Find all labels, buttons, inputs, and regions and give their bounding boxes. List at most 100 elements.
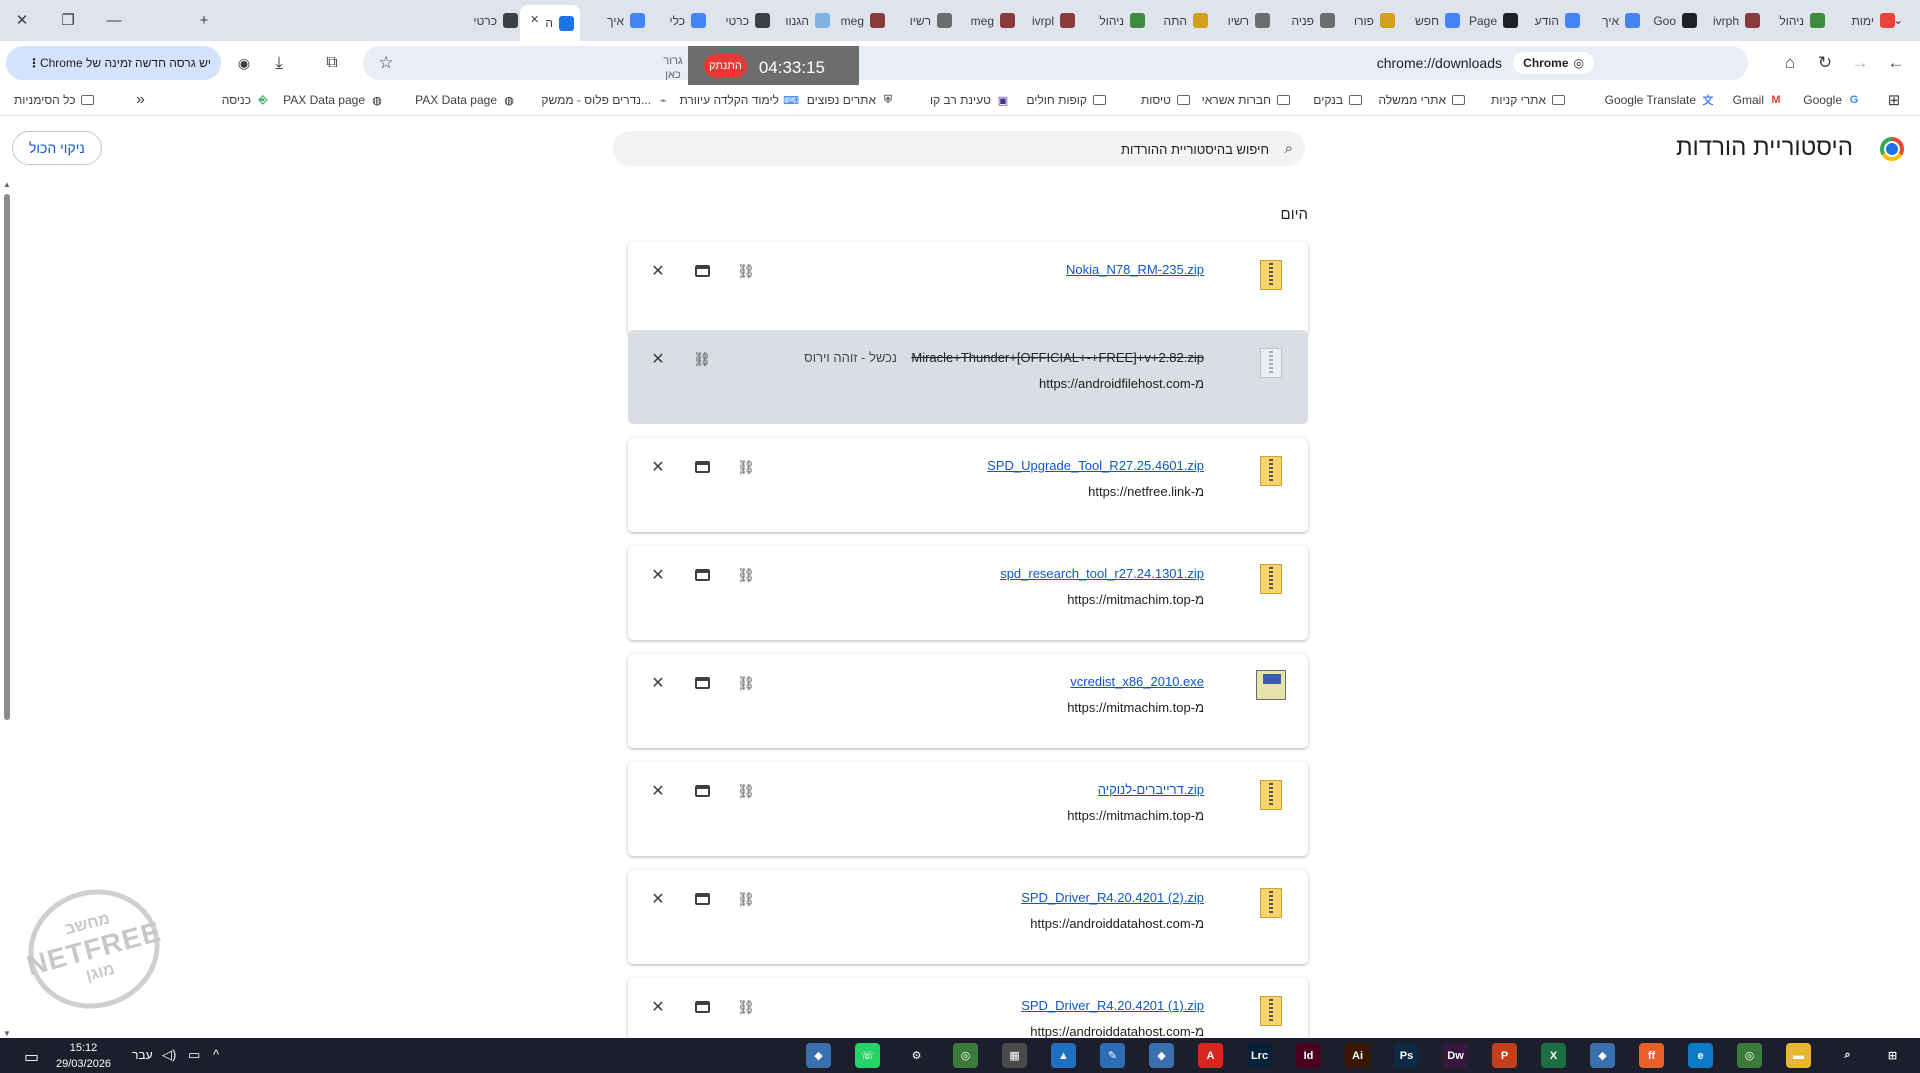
copy-link-icon[interactable]: ⛓ [689,346,715,372]
app-icon[interactable]: ◆ [806,1043,831,1068]
download-filename[interactable]: vcredist_x86_2010.exe [1070,674,1204,689]
excel-icon[interactable]: X [1541,1043,1566,1068]
copy-link-icon[interactable]: ⛓ [733,454,759,480]
bookmark-item[interactable]: ⎆ כניסה [222,91,270,109]
copy-link-icon[interactable]: ⛓ [733,994,759,1020]
tab[interactable]: התה [1150,6,1208,35]
acrobat-icon[interactable]: A [1198,1043,1223,1068]
photos-icon[interactable]: ▲ [1051,1043,1076,1068]
back-icon[interactable]: ← [1882,49,1910,77]
search-icon[interactable]: ⌕ [1835,1043,1860,1068]
app-icon[interactable]: ◆ [1590,1043,1615,1068]
tab[interactable]: הודע [1522,6,1580,35]
bookmark-item[interactable]: טיסות [1141,91,1190,109]
bookmarks-overflow-button[interactable]: » [136,91,145,109]
close-tab-icon[interactable]: ✕ [530,13,539,26]
forward-icon[interactable]: → [1846,49,1874,77]
notifications-icon[interactable]: ▭ [24,1047,39,1067]
bookmark-item[interactable]: ▣ טעינת רב קו [930,91,1010,109]
whatsapp-icon[interactable]: ☏ [855,1043,880,1068]
tab[interactable]: meg [957,6,1015,35]
bookmark-item[interactable]: חברות אשראי [1202,91,1290,109]
remove-icon[interactable]: ✕ [645,886,671,912]
remove-icon[interactable]: ✕ [645,454,671,480]
scroll-up-arrow-icon[interactable]: ▲ [3,180,11,189]
edge-icon[interactable]: e [1688,1043,1713,1068]
download-filename[interactable]: SPD_Upgrade_Tool_R27.25.4601.zip [987,458,1204,473]
copy-link-icon[interactable]: ⛓ [733,562,759,588]
bookmark-star-icon[interactable]: ☆ [372,49,400,77]
profile-icon[interactable]: ◉ [230,49,258,77]
bookmark-item[interactable]: אתרי קניות [1491,91,1565,109]
tab[interactable]: כלי [648,6,706,35]
start-icon[interactable]: ⊞ [1880,1043,1905,1068]
tab[interactable]: פורו [1337,6,1395,35]
bookmark-item[interactable]: ◍ PAX Data page [415,91,516,109]
chrome-icon[interactable]: ◎ [953,1043,978,1068]
bookmark-item[interactable]: ⌨ לימוד הקלדה עיוורת [679,91,799,109]
indesign-icon[interactable]: Id [1296,1043,1321,1068]
bookmark-item[interactable]: ⌁ נדרים פלוס - ממשק... [541,91,670,109]
show-in-folder-icon[interactable] [689,670,715,696]
more-menu-icon[interactable]: ⋮ [22,56,40,70]
dreamweaver-icon[interactable]: Dw [1443,1043,1468,1068]
chrome-chip[interactable]: ◎ Chrome [1513,52,1594,74]
tab[interactable]: כרטי [712,6,770,35]
tab[interactable]: ניהול [1087,6,1145,35]
tab[interactable]: פניה [1277,6,1335,35]
scrollbar[interactable]: ▲ ▼ [0,180,14,1038]
tray-expand-icon[interactable]: ^ [213,1047,219,1062]
settings-icon[interactable]: ⚙ [904,1043,929,1068]
scroll-down-arrow-icon[interactable]: ▼ [3,1029,11,1038]
tab[interactable]: Goo [1639,6,1697,35]
clear-all-button[interactable]: ניקוי הכול [12,131,102,165]
update-chrome-button[interactable]: יש גרסה חדשה זמינה של Chrome ⋮ [6,46,221,80]
calculator-icon[interactable]: ▦ [1002,1043,1027,1068]
extensions-icon[interactable]: ⧉ [318,49,346,77]
language-indicator[interactable]: עבר [132,1048,153,1062]
show-in-folder-icon[interactable] [689,562,715,588]
tab[interactable]: רשיו [894,6,952,35]
download-filename[interactable]: SPD_Driver_R4.20.4201 (1).zip [1021,998,1204,1013]
downloads-icon[interactable]: ⤓ [265,49,293,77]
restore-window-button[interactable]: ❐ [50,6,86,34]
tab[interactable]: כרטי [460,6,518,35]
bookmark-item[interactable]: M Gmail [1733,91,1783,109]
disconnect-button[interactable]: התנתק [704,54,747,78]
all-bookmarks-button[interactable]: כל הסימניות [14,91,95,109]
remove-icon[interactable]: ✕ [645,778,671,804]
search-input[interactable] [647,131,1271,168]
tab[interactable]: רשיו [1212,6,1270,35]
tab[interactable]: איך [1582,6,1640,35]
paint-icon[interactable]: ✎ [1100,1043,1125,1068]
download-filename[interactable]: Nokia_N78_RM-235.zip [1066,262,1204,277]
volume-icon[interactable]: ◁) [162,1047,176,1063]
tab[interactable]: איך [587,6,645,35]
download-filename[interactable]: SPD_Driver_R4.20.4201 (2).zip [1021,890,1204,905]
apps-icon[interactable]: ⊞ [1887,91,1901,109]
chrome-icon[interactable]: ◎ [1737,1043,1762,1068]
download-filename[interactable]: דרייברים-לנוקיה.zip [1098,782,1204,797]
new-tab-button[interactable]: + [186,6,222,34]
powerpoint-icon[interactable]: P [1492,1043,1517,1068]
close-window-button[interactable]: ✕ [4,6,40,34]
scroll-thumb[interactable] [4,194,10,720]
omnibox[interactable]: ☆ chrome://downloads ◎ Chrome [363,46,1748,80]
tab[interactable]: הגנוו [772,6,830,35]
download-filename[interactable]: spd_research_tool_r27.24.1301.zip [1000,566,1204,581]
copy-link-icon[interactable]: ⛓ [733,886,759,912]
tab[interactable]: ה ✕ [520,5,580,41]
minimize-window-button[interactable]: — [96,6,132,34]
tab[interactable]: ivrpl [1017,6,1075,35]
photoshop-icon[interactable]: Ps [1394,1043,1419,1068]
show-in-folder-icon[interactable] [689,886,715,912]
copy-link-icon[interactable]: ⛓ [733,258,759,284]
show-in-folder-icon[interactable] [689,778,715,804]
bookmark-item[interactable]: קופות חולים [1026,91,1106,109]
show-in-folder-icon[interactable] [689,994,715,1020]
drag-hint[interactable]: גרור כאן [660,54,686,82]
lightroom-icon[interactable]: Lrc [1247,1043,1272,1068]
tab[interactable]: Page [1460,6,1518,35]
bookmark-item[interactable]: אתרי ממשלה [1378,91,1465,109]
remove-icon[interactable]: ✕ [645,346,671,372]
